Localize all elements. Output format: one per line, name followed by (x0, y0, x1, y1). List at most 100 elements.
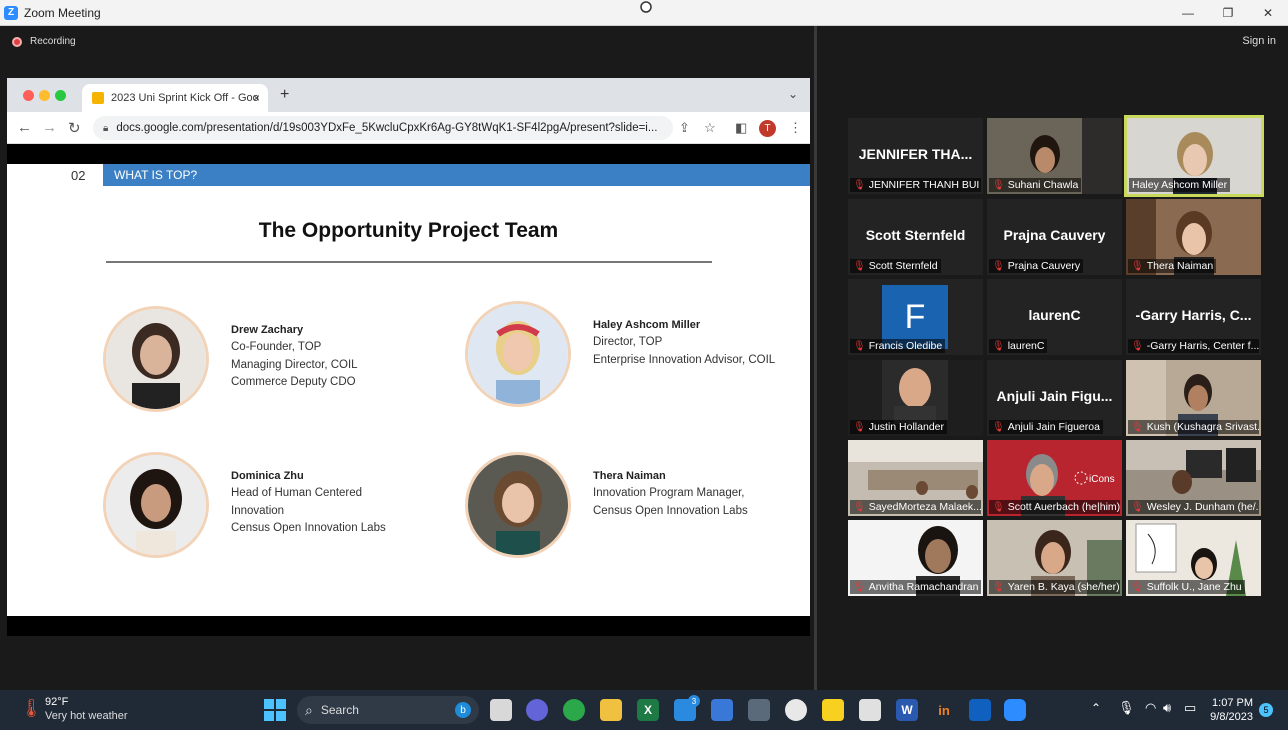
chevron-up-icon[interactable]: ⌃ (1091, 701, 1101, 715)
muted-mic-icon: 🎙︎ (992, 421, 1005, 433)
calendar-icon[interactable] (711, 699, 733, 721)
notification-badge[interactable]: 5 (1259, 703, 1273, 717)
muted-mic-icon: 🎙︎ (992, 179, 1005, 191)
participant-name: Suhani Chawla (1007, 179, 1079, 191)
participant-tile[interactable]: -Garry Harris, C... 🎙︎ -Garry Harris, Cen… (1126, 279, 1261, 355)
participant-name-tag: 🎙︎ Kush (Kushagra Srivast... (1128, 420, 1259, 434)
person-card: Haley Ashcom Miller Director, TOP Enterp… (465, 301, 775, 407)
zoom-light-icon[interactable] (55, 90, 66, 101)
browser-tab[interactable]: 2023 Uni Sprint Kick Off - Goo × (82, 84, 268, 112)
participant-tile[interactable]: iCons 🎙︎ Scott Auerbach (he|him) (987, 440, 1122, 516)
outlook-icon[interactable] (969, 699, 991, 721)
clock-icon[interactable] (785, 699, 807, 721)
file-explorer-icon[interactable] (600, 699, 622, 721)
participant-tile[interactable]: Anjuli Jain Figu... 🎙︎ Anjuli Jain Figuer… (987, 360, 1122, 436)
panel-divider[interactable] (814, 26, 817, 690)
participant-display-name: -Garry Harris, C... (1135, 307, 1252, 323)
url-text: docs.google.com/presentation/d/19s003YDx… (116, 122, 658, 134)
participant-name-tag: 🎙︎ Yaren B. Kaya (she/her) (989, 580, 1120, 594)
muted-mic-icon: 🎙︎ (992, 581, 1005, 593)
clock-time[interactable]: 1:07 PM (1210, 697, 1253, 709)
section-banner: WHAT IS TOP? (103, 164, 810, 186)
participant-tile[interactable]: 🎙︎ SayedMorteza Malaek... (848, 440, 983, 516)
word-icon[interactable]: W (896, 699, 918, 721)
zoom-taskbar-icon[interactable] (1004, 699, 1026, 721)
close-button[interactable]: ✕ (1248, 0, 1288, 26)
participant-name-tag: 🎙︎ laurenC (989, 339, 1048, 353)
share-icon[interactable]: ⇪ (679, 120, 690, 136)
taskbar-search[interactable]: ⌕ Search b (297, 696, 479, 724)
tab-close-button[interactable]: × (253, 91, 260, 105)
snipping-tool-icon[interactable] (859, 699, 881, 721)
side-panel-icon[interactable]: ◧ (735, 120, 747, 136)
excel-icon[interactable]: X (637, 699, 659, 721)
tab-title: 2023 Uni Sprint Kick Off - Goo (111, 92, 259, 104)
muted-mic-icon: 🎙︎ (992, 501, 1005, 513)
participant-tile[interactable]: 🎙︎ Anvitha Ramachandran (848, 520, 983, 596)
participant-tile[interactable]: 🎙︎ Suffolk U., Jane Zhu (1126, 520, 1261, 596)
address-bar[interactable]: 🔒︎ docs.google.com/presentation/d/19s003… (93, 116, 673, 140)
drag-handle-icon[interactable] (639, 0, 653, 14)
windows-start-icon[interactable] (264, 699, 286, 721)
participant-tile[interactable]: 🎙︎ Yaren B. Kaya (she/her) (987, 520, 1122, 596)
participant-tile[interactable]: 🎙︎ Suhani Chawla (987, 118, 1122, 194)
battery-icon[interactable]: ▭ (1184, 700, 1196, 716)
weather-desc[interactable]: Very hot weather (45, 710, 128, 722)
participant-name: Wesley J. Dunham (he/... (1146, 501, 1259, 513)
bing-icon[interactable]: b (455, 702, 471, 718)
reload-icon[interactable]: ↻ (68, 119, 81, 137)
participant-tile[interactable]: JENNIFER THA... 🎙︎ JENNIFER THANH BUI ... (848, 118, 983, 194)
new-tab-button[interactable]: + (280, 86, 289, 104)
wifi-icon[interactable]: ◠ (1145, 700, 1156, 716)
person-card: Drew Zachary Co-Founder, TOP Managing Di… (103, 306, 358, 412)
chat-icon[interactable] (526, 699, 548, 721)
edge-icon[interactable] (563, 699, 585, 721)
calculator-icon[interactable] (748, 699, 770, 721)
restore-button[interactable]: ❐ (1208, 0, 1248, 26)
windows-taskbar: 🌡︎ 92°F Very hot weather ⌕ Search b X 3 … (0, 690, 1288, 730)
participant-display-name: Anjuli Jain Figu... (996, 388, 1113, 404)
minimize-light-icon[interactable] (39, 90, 50, 101)
participant-tile[interactable]: 🎙︎ Thera Naiman (1126, 199, 1261, 275)
search-icon: ⌕ (305, 701, 313, 718)
sign-in-link[interactable]: Sign in (1242, 35, 1276, 47)
participant-tile[interactable]: Prajna Cauvery 🎙︎ Prajna Cauvery (987, 199, 1122, 275)
back-icon[interactable]: ← (17, 119, 32, 136)
participant-display-name: Prajna Cauvery (1003, 227, 1106, 243)
participant-tile[interactable]: laurenC 🎙︎ laurenC (987, 279, 1122, 355)
participant-display-name: Scott Sternfeld (865, 227, 966, 243)
recording-indicator[interactable]: Recording (12, 36, 76, 47)
recording-label: Recording (30, 36, 76, 47)
person-role: Innovation (231, 504, 285, 517)
participant-tile[interactable]: 🎙︎ Wesley J. Dunham (he/... (1126, 440, 1261, 516)
participant-tile[interactable]: F 🎙︎ Francis Oledibe (848, 279, 983, 355)
app-icon[interactable]: in (933, 699, 955, 721)
participant-name: laurenC (1007, 340, 1045, 352)
participant-name: Kush (Kushagra Srivast... (1146, 421, 1259, 433)
muted-mic-icon: 🎙︎ (853, 260, 866, 272)
person-name: Haley Ashcom Miller (593, 319, 701, 331)
participant-tile-active-speaker[interactable]: Haley Ashcom Miller (1124, 115, 1264, 197)
person-photo (103, 452, 209, 558)
clock-date[interactable]: 9/8/2023 (1200, 711, 1253, 723)
participant-name: Yaren B. Kaya (she/her) (1007, 581, 1120, 593)
weather-temp[interactable]: 92°F (45, 696, 68, 708)
forward-icon[interactable]: → (42, 119, 57, 136)
person-card: Thera Naiman Innovation Program Manager,… (465, 452, 748, 558)
menu-dots-icon[interactable]: ⋮ (789, 120, 802, 136)
sticky-notes-icon[interactable] (822, 699, 844, 721)
participant-tile[interactable]: Scott Sternfeld 🎙︎ Scott Sternfeld (848, 199, 983, 275)
volume-icon[interactable]: 🔊︎ (1163, 700, 1171, 716)
minimize-button[interactable]: — (1168, 0, 1208, 26)
chevron-down-icon[interactable]: ⌄ (788, 87, 798, 101)
task-view-icon[interactable] (490, 699, 512, 721)
participant-tile[interactable]: 🎙︎ Justin Hollander (848, 360, 983, 436)
profile-avatar[interactable]: T (759, 120, 776, 137)
close-light-icon[interactable] (23, 90, 34, 101)
bookmark-star-icon[interactable]: ☆ (704, 120, 716, 136)
person-photo (465, 452, 571, 558)
muted-mic-icon: 🎙︎ (853, 340, 866, 352)
participant-tile[interactable]: 🎙︎ Kush (Kushagra Srivast... (1126, 360, 1261, 436)
participant-name: Anvitha Ramachandran (868, 581, 979, 593)
microphone-icon[interactable]: 🎙︎ (1118, 700, 1135, 716)
